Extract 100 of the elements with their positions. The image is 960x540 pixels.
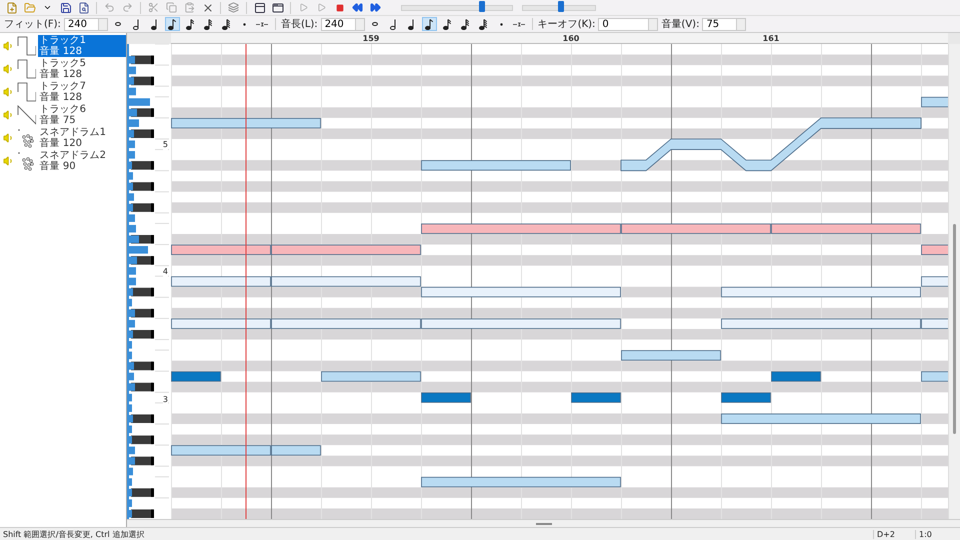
speaker-icon[interactable] [3,86,14,98]
fit-field[interactable]: 240 [64,18,108,30]
note[interactable] [171,445,271,456]
triplet-icon [256,22,268,26]
octave-label: 3 [162,394,168,405]
volume-field[interactable]: 75 [702,18,746,30]
rewind-button[interactable] [350,0,365,14]
close-icon [202,2,214,14]
slider-thumb[interactable] [558,0,564,12]
status-hint: Shift 範囲選択/音長変更, Ctrl 追加選択 [3,528,146,540]
note-icon [222,18,230,30]
paste-icon [184,2,195,13]
note-icon [390,18,396,30]
fast-forward-button[interactable] [368,0,383,14]
triplet-icon [513,22,526,26]
note[interactable] [171,118,321,128]
new-file-icon [6,2,18,14]
whole-note-icon [115,22,122,26]
dot-icon [242,22,246,26]
track-volume: 音量 128 [40,68,83,80]
caret-icon [43,3,52,12]
note[interactable] [171,276,271,287]
speaker-icon[interactable] [3,132,14,144]
horizontal-scrollbar[interactable] [127,519,960,527]
window-button[interactable] [270,0,285,14]
length-field[interactable]: 240 [320,18,365,30]
note[interactable] [621,350,721,361]
track-name: トラック5 [40,58,88,68]
status-position: 1:0 [915,530,957,538]
speaker-icon[interactable] [3,108,14,120]
slider-thumb[interactable] [479,0,486,12]
save-icon [60,2,72,14]
track-name: スネアドラム1 [40,126,108,138]
note-icon [168,18,176,30]
whole-note-icon [372,22,378,26]
track-item[interactable]: スネアドラム1 音量 120 [38,126,126,148]
note[interactable] [721,414,921,424]
note-icon [151,18,158,30]
note[interactable] [421,392,471,403]
note[interactable] [771,371,821,382]
track-name: トラック1 [40,34,88,46]
track-item[interactable]: トラック1 音量 128 [38,34,126,56]
square-wave-icon [16,36,36,56]
fit-label: フィット(F): [4,18,61,31]
note[interactable] [271,276,421,287]
track-item[interactable]: スネアドラム2 音量 90 [38,150,126,172]
note[interactable] [271,318,421,329]
save-button[interactable] [58,0,73,14]
scroll-grip[interactable] [536,522,552,524]
note[interactable] [421,224,621,234]
square-wave-icon [16,82,36,102]
window-button[interactable] [252,0,267,14]
note-icon [204,18,212,30]
window-icon [272,2,284,14]
length-label: 音長(L): [280,18,318,31]
undo-icon [104,2,115,13]
note[interactable] [171,318,271,329]
glide-note[interactable] [620,118,922,172]
track-item[interactable]: トラック5 音量 128 [38,58,126,80]
square-wave-icon [16,58,36,78]
status-key: D+2 [873,530,915,538]
note[interactable] [271,244,421,256]
note[interactable] [171,371,221,382]
track-volume: 音量 128 [40,46,83,56]
fast-forward-icon [370,2,381,13]
document-icon [78,2,90,14]
folder-icon [24,2,36,14]
speaker-icon[interactable] [3,40,14,52]
scissors-icon [148,2,159,13]
note[interactable] [771,224,921,234]
note[interactable] [621,224,771,234]
octave-label: 4 [162,267,168,278]
note-icon [461,18,470,30]
key-off-field[interactable]: 0 [598,18,658,30]
track-item[interactable]: トラック7 音量 128 [38,80,126,102]
note[interactable] [421,476,621,488]
speaker-icon[interactable] [3,154,14,166]
note[interactable] [321,371,421,382]
rewind-icon [352,2,363,13]
track-name: トラック6 [40,104,88,114]
layers-icon [228,2,239,13]
note[interactable] [171,244,271,256]
copy-icon [166,2,177,13]
note[interactable] [721,392,771,403]
note-length-button[interactable] [164,17,180,31]
note[interactable] [571,392,621,403]
note[interactable] [271,445,321,456]
note-length-button[interactable] [422,17,437,31]
note[interactable] [421,318,621,329]
track-volume: 音量 75 [40,114,76,126]
note-icon [408,18,414,30]
measure-number: 160 [562,33,580,43]
speaker-icon[interactable] [3,62,14,74]
track-volume: 音量 90 [40,160,77,172]
noise-icon [16,150,36,170]
octave-label: 5 [162,140,168,150]
track-volume: 音量 128 [40,92,83,102]
note[interactable] [421,160,571,171]
scroll-thumb[interactable] [953,224,956,434]
track-item[interactable]: トラック6 音量 75 [38,104,126,126]
